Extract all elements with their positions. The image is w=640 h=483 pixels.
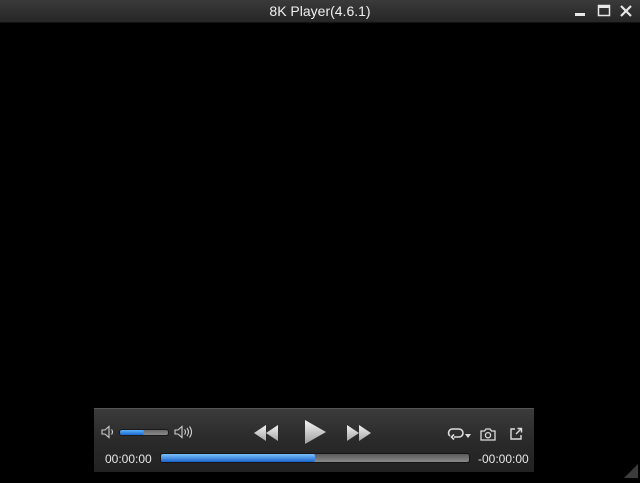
elapsed-time: 00:00:00 xyxy=(105,452,152,466)
minimize-icon[interactable] xyxy=(571,2,589,20)
loop-icon[interactable] xyxy=(446,426,472,442)
window-title: 8K Player(4.6.1) xyxy=(269,3,371,19)
volume-slider[interactable] xyxy=(119,429,169,436)
volume-slider-fill xyxy=(120,430,144,435)
title-bar: 8K Player(4.6.1) xyxy=(0,0,640,23)
close-icon[interactable] xyxy=(617,2,635,20)
fast-forward-icon[interactable] xyxy=(346,423,372,443)
external-link-icon[interactable] xyxy=(509,427,523,441)
remaining-time: -00:00:00 xyxy=(478,452,529,466)
resize-grip-icon[interactable] xyxy=(622,462,638,478)
speaker-high-icon[interactable] xyxy=(174,425,194,439)
control-panel: 00:00:00 -00:00:00 xyxy=(94,408,534,472)
speaker-low-icon[interactable] xyxy=(101,425,117,439)
seek-bar-fill xyxy=(161,454,315,462)
seek-bar[interactable] xyxy=(160,453,470,463)
play-icon[interactable] xyxy=(303,419,327,445)
camera-icon[interactable] xyxy=(480,427,496,441)
maximize-icon[interactable] xyxy=(595,2,613,20)
rewind-icon[interactable] xyxy=(253,423,279,443)
